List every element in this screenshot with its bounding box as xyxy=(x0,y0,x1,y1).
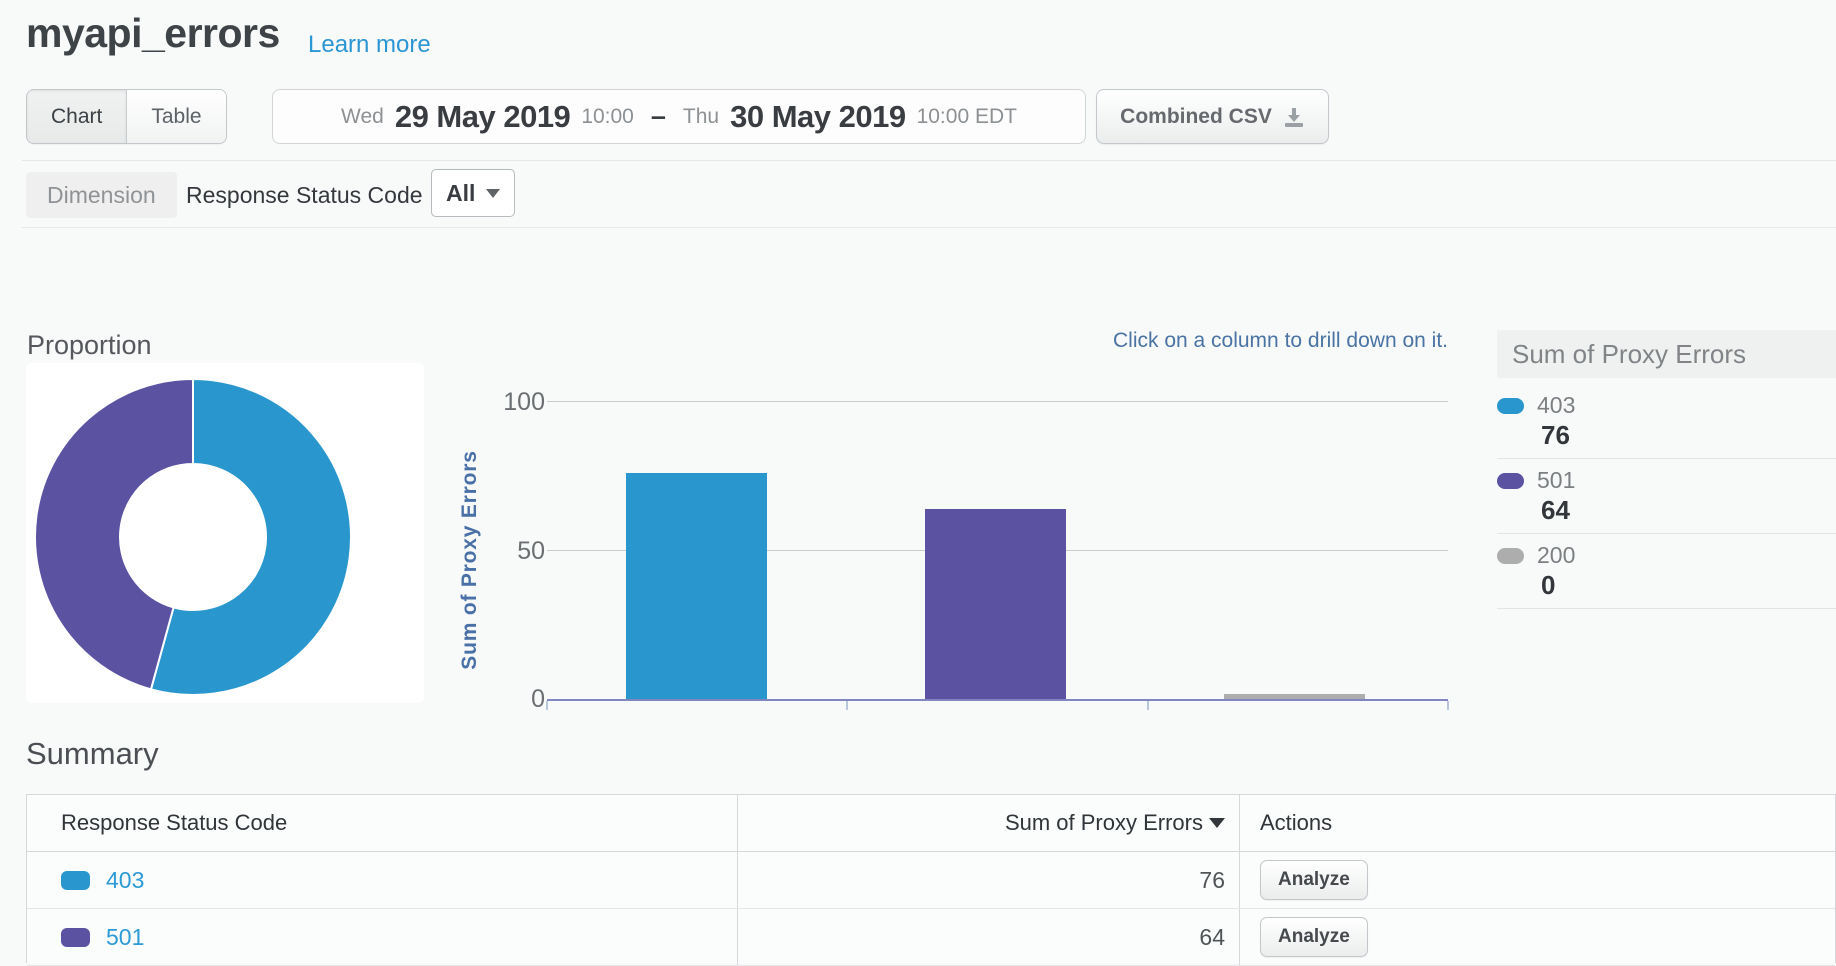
status-code-link[interactable]: 501 xyxy=(106,924,144,951)
start-day: Wed xyxy=(341,105,384,129)
legend-label: 200 xyxy=(1537,542,1575,569)
y-tick-label-0: 0 xyxy=(455,685,545,713)
x-tick-mark xyxy=(546,701,548,710)
legend-item-row: 403 xyxy=(1497,392,1836,419)
legend-item-403[interactable]: 40376 xyxy=(1497,384,1836,459)
legend-item-row: 200 xyxy=(1497,542,1836,569)
cell-actions: Analyze xyxy=(1240,852,1835,908)
download-icon xyxy=(1283,106,1305,128)
page-title: myapi_errors xyxy=(26,10,280,57)
proportion-donut-chart[interactable] xyxy=(35,379,351,695)
cell-sum-value: 76 xyxy=(738,852,1240,908)
legend-label: 501 xyxy=(1537,467,1575,494)
dimension-filter-dropdown[interactable]: All xyxy=(431,169,515,217)
end-time: 10:00 EDT xyxy=(917,105,1017,129)
combined-csv-button[interactable]: Combined CSV xyxy=(1096,89,1329,144)
combined-csv-label: Combined CSV xyxy=(1120,105,1272,129)
sum-value: 76 xyxy=(1199,867,1225,894)
tab-chart[interactable]: Chart xyxy=(27,90,126,143)
y-tick-label-50: 50 xyxy=(455,537,545,565)
sum-value: 64 xyxy=(1199,924,1225,951)
legend-label: 403 xyxy=(1537,392,1575,419)
proportion-title: Proportion xyxy=(27,330,152,361)
date-range-separator: – xyxy=(651,101,666,132)
tab-table[interactable]: Table xyxy=(126,90,225,143)
cell-sum-value: 64 xyxy=(738,909,1240,965)
table-row-501: 501 64 Analyze xyxy=(27,909,1835,966)
status-color-swatch xyxy=(61,871,90,890)
analyze-button-403[interactable]: Analyze xyxy=(1260,860,1368,900)
start-time: 10:00 xyxy=(581,105,634,129)
legend-value: 0 xyxy=(1541,569,1836,601)
chart-legend: Sum of Proxy Errors 40376501642000 xyxy=(1497,330,1836,609)
status-color-swatch xyxy=(61,928,90,947)
header-response-status-code: Response Status Code xyxy=(27,795,738,851)
legend-swatch-501 xyxy=(1497,473,1524,489)
dimension-divider xyxy=(22,227,1836,228)
toolbar-divider xyxy=(22,160,1836,161)
learn-more-link[interactable]: Learn more xyxy=(308,31,431,59)
dimension-name: Response Status Code xyxy=(186,172,423,218)
dimension-chip: Dimension xyxy=(26,172,177,218)
cell-status-code: 403 xyxy=(27,852,738,908)
x-tick-mark xyxy=(846,701,848,710)
legend-swatch-200 xyxy=(1497,548,1524,564)
report-page: myapi_errors Learn more Chart Table Wed … xyxy=(0,0,1836,962)
summary-table-body: 403 76 Analyze 501 64 Analyze xyxy=(27,852,1835,966)
analyze-button-501[interactable]: Analyze xyxy=(1260,917,1368,957)
gridline-100 xyxy=(547,401,1448,402)
legend-items: 40376501642000 xyxy=(1497,384,1836,609)
table-row-403: 403 76 Analyze xyxy=(27,852,1835,909)
summary-title: Summary xyxy=(26,736,159,772)
legend-item-200[interactable]: 2000 xyxy=(1497,534,1836,609)
legend-value: 64 xyxy=(1541,494,1836,526)
start-date: 29 May 2019 xyxy=(395,99,570,135)
bar-chart-x-axis xyxy=(547,699,1448,701)
drilldown-hint: Click on a column to drill down on it. xyxy=(1000,329,1448,353)
end-day: Thu xyxy=(683,105,719,129)
proportion-card xyxy=(26,363,424,703)
summary-table-header: Response Status Code Sum of Proxy Errors… xyxy=(27,795,1835,852)
cell-actions: Analyze xyxy=(1240,909,1835,965)
sort-desc-icon xyxy=(1209,818,1225,828)
legend-item-row: 501 xyxy=(1497,467,1836,494)
x-tick-mark xyxy=(1447,701,1449,710)
end-date: 30 May 2019 xyxy=(730,99,905,135)
y-tick-label-100: 100 xyxy=(455,388,545,416)
x-tick-mark xyxy=(1147,701,1149,710)
legend-swatch-403 xyxy=(1497,398,1524,414)
legend-item-501[interactable]: 50164 xyxy=(1497,459,1836,534)
view-toggle: Chart Table xyxy=(26,89,227,144)
bar-501[interactable] xyxy=(925,509,1066,699)
legend-title: Sum of Proxy Errors xyxy=(1497,330,1836,378)
date-range-picker[interactable]: Wed 29 May 2019 10:00 – Thu 30 May 2019 … xyxy=(272,89,1086,144)
status-code-link[interactable]: 403 xyxy=(106,867,144,894)
header-sum-of-proxy-errors[interactable]: Sum of Proxy Errors xyxy=(738,795,1240,851)
bar-403[interactable] xyxy=(626,473,767,699)
header-actions: Actions xyxy=(1240,795,1835,851)
summary-table: Response Status Code Sum of Proxy Errors… xyxy=(26,794,1836,963)
chevron-down-icon xyxy=(486,189,500,198)
dimension-filter-value: All xyxy=(446,180,475,207)
cell-status-code: 501 xyxy=(27,909,738,965)
legend-value: 76 xyxy=(1541,419,1836,451)
